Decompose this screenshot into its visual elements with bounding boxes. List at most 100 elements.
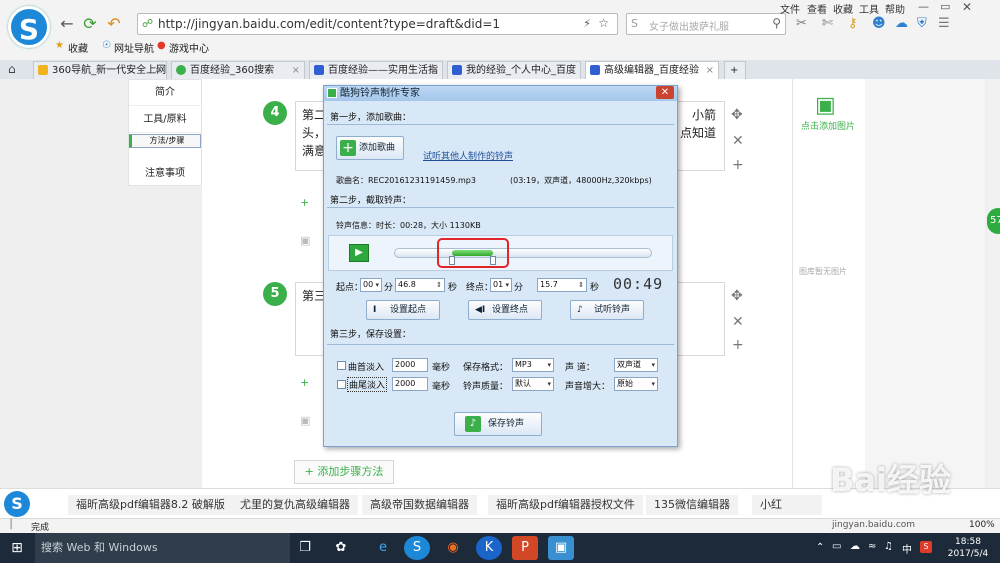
tab-360search[interactable]: 百度经验_360搜索 × (171, 61, 305, 79)
delete-icon[interactable]: ✕ (732, 314, 744, 330)
sogou-browser-icon[interactable]: S (404, 536, 430, 560)
add-image-icon[interactable]: ▣ (815, 93, 836, 118)
recommend-link-2[interactable]: 尤里的复仇高级编辑器 (232, 495, 358, 515)
powerpoint-icon[interactable]: P (512, 536, 538, 560)
volume-select[interactable]: 原始 ▾ (614, 377, 658, 391)
tab-360nav[interactable]: 360导航_新一代安全上网 × (33, 61, 167, 79)
menu-icon[interactable]: ☰ (938, 16, 950, 31)
tray-volume-icon[interactable]: ♫ (884, 541, 893, 552)
tab-close-icon[interactable]: × (430, 62, 438, 79)
channel-select[interactable]: 双声道 ▾ (614, 358, 658, 372)
tab-baidu-experience[interactable]: 百度经验——实用生活指 × (309, 61, 443, 79)
tray-up-icon[interactable]: ⌃ (816, 542, 824, 553)
tray-battery-icon[interactable]: ▭ (832, 541, 841, 552)
minimize-icon[interactable]: — (918, 0, 929, 13)
ime-indicator[interactable]: 中 (902, 541, 912, 556)
floating-badge[interactable]: 57 (987, 208, 1000, 234)
preview-button[interactable]: ♪ 试听铃声 (570, 300, 644, 320)
taskbar-search[interactable]: 搜索 Web 和 Windows (35, 533, 290, 563)
tab-close-icon[interactable]: × (706, 62, 714, 79)
add-icon[interactable]: + (732, 157, 744, 173)
menu-view[interactable]: 查看 (807, 1, 827, 16)
windows-start-icon[interactable]: ⊞ (4, 536, 30, 560)
menu-favorites[interactable]: 收藏 (833, 1, 853, 16)
lightning-icon[interactable]: ⚡ (583, 17, 591, 30)
add-item-stub-2[interactable]: + (300, 376, 309, 389)
tray-cloud-icon[interactable]: ☁ (850, 541, 860, 552)
start-min-select[interactable]: 00 ▾ (360, 278, 382, 292)
add-song-button[interactable]: + 添加歌曲 (336, 136, 404, 160)
ringtone-app-icon[interactable]: ▣ (548, 536, 574, 560)
tray-wifi-icon[interactable]: ≈ (868, 541, 876, 552)
sidebar-item-steps[interactable]: 方法/步骤 (129, 134, 201, 148)
key-icon[interactable]: ⚷ (848, 16, 858, 31)
tab-my-experience[interactable]: 我的经验_个人中心_百度 × (447, 61, 581, 79)
undo-icon[interactable]: ↶ (104, 14, 124, 34)
home-icon[interactable]: ⌂ (8, 62, 16, 76)
recommend-link-5[interactable]: 135微信编辑器 (646, 495, 738, 515)
menu-tools[interactable]: 工具 (859, 1, 879, 16)
add-item-stub-1[interactable]: + (300, 196, 309, 209)
add-icon[interactable]: + (732, 337, 744, 353)
dialog-close-button[interactable]: ✕ (656, 86, 674, 99)
quality-select[interactable]: 默认 ▾ (512, 377, 554, 391)
search-icon[interactable]: ⚲ (772, 16, 781, 30)
recommend-link-4[interactable]: 福昕高级pdf编辑器授权文件 (488, 495, 643, 515)
sidebar-item-intro[interactable]: 简介 (129, 80, 201, 106)
tab-advanced-editor[interactable]: 高级编辑器_百度经验 × (585, 61, 719, 79)
fan-app-icon[interactable]: ✿ (328, 536, 354, 560)
browser-logo-icon[interactable]: S (8, 6, 50, 48)
edge-browser-icon[interactable]: e (370, 536, 396, 560)
firefox-icon[interactable]: ◉ (440, 536, 466, 560)
browser-small-logo-icon[interactable]: S (4, 491, 30, 517)
recommend-link-1[interactable]: 福昕高级pdf编辑器8.2 破解版 (68, 495, 233, 515)
back-arrow-icon[interactable]: ← (57, 14, 77, 34)
sidebar-item-notes[interactable]: 注意事项 (129, 161, 201, 187)
move-icon[interactable]: ✥ (731, 288, 743, 304)
search-input[interactable]: S 女子做出披萨礼服 ⚲ (626, 13, 786, 35)
bookmark-favorites[interactable]: 收藏 (68, 40, 88, 55)
bookmark-nav[interactable]: 网址导航 (114, 40, 154, 55)
range-track[interactable] (394, 248, 652, 265)
menu-file[interactable]: 文件 (780, 1, 800, 16)
kugou-icon[interactable]: K (476, 536, 502, 560)
try-others-link[interactable]: 试听其他人制作的铃声 (423, 149, 513, 162)
dialog-titlebar[interactable]: 酷狗铃声制作专家 (324, 86, 677, 101)
cloud-icon[interactable]: ☁ (895, 16, 908, 31)
cut-icon[interactable]: ✂ (796, 16, 807, 31)
sidebar-item-tools[interactable]: 工具/原料 (129, 107, 201, 133)
tray-app-icon[interactable]: S (920, 541, 932, 553)
play-icon[interactable]: ▶ (349, 244, 369, 262)
user-icon[interactable]: ☻ (872, 16, 886, 31)
recommend-link-3[interactable]: 高级帝国数据编辑器 (362, 495, 477, 515)
delete-icon[interactable]: ✕ (732, 133, 744, 149)
tab-close-icon[interactable]: × (568, 62, 576, 79)
page-scrollbar[interactable] (988, 79, 1000, 488)
bookmark-games[interactable]: 游戏中心 (169, 40, 209, 55)
fade-out-ms-input[interactable]: 2000 (392, 377, 428, 391)
add-step-button[interactable]: + 添加步骤方法 (294, 460, 394, 484)
save-ringtone-button[interactable]: ♪ 保存铃声 (454, 412, 542, 436)
add-image-link[interactable]: 点击添加图片 (801, 119, 855, 132)
tab-close-icon[interactable]: × (292, 62, 300, 79)
refresh-icon[interactable]: ⟳ (80, 14, 100, 34)
end-sec-input[interactable]: 15.7 ⇕ (537, 278, 587, 292)
task-view-icon[interactable]: ❐ (292, 536, 318, 560)
menu-help[interactable]: 帮助 (885, 1, 905, 16)
fade-in-ms-input[interactable]: 2000 (392, 358, 428, 372)
recommend-link-6[interactable]: 小红 (752, 495, 822, 515)
fade-in-checkbox[interactable] (337, 361, 346, 370)
end-min-select[interactable]: 01 ▾ (490, 278, 512, 292)
start-sec-input[interactable]: 46.8 ⇕ (395, 278, 445, 292)
address-bar[interactable]: ☍ http://jingyan.baidu.com/edit/content?… (137, 13, 618, 35)
zoom-level[interactable]: 100% (969, 520, 995, 530)
set-start-button[interactable]: I 设置起点 (366, 300, 440, 320)
format-select[interactable]: MP3 ▾ (512, 358, 554, 372)
taskbar-clock[interactable]: 18:58 2017/5/4 (940, 536, 996, 560)
shield-icon[interactable]: ⛨ (917, 16, 927, 31)
close-window-icon[interactable]: ✕ (962, 0, 972, 14)
scissors-icon[interactable]: ✄ (822, 16, 833, 31)
star-icon[interactable]: ☆ (598, 16, 609, 30)
fade-out-checkbox[interactable] (337, 380, 346, 389)
move-icon[interactable]: ✥ (731, 107, 743, 123)
